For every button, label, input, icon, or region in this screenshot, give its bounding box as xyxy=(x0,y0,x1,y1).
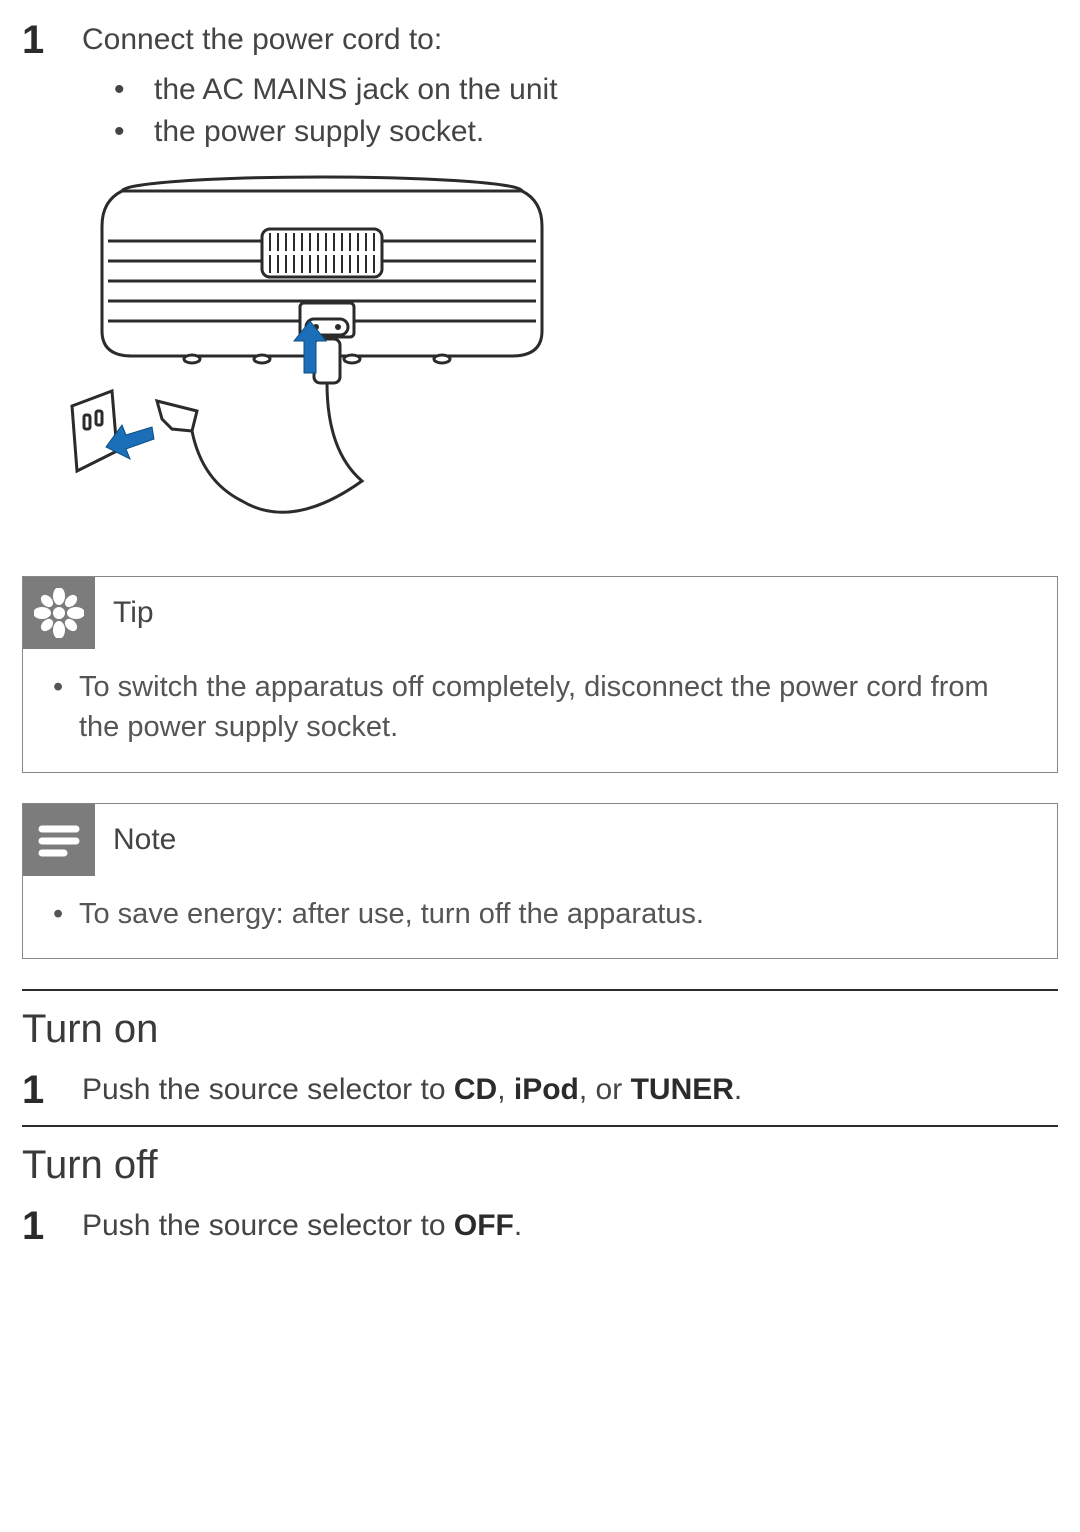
divider xyxy=(22,1125,1058,1127)
tip-body: To switch the apparatus off completely, … xyxy=(23,649,1057,772)
note-header: Note xyxy=(23,804,1057,876)
step-number: 1 xyxy=(22,1206,52,1246)
bullet-item: the power supply socket. xyxy=(114,111,1058,153)
note-item: To save energy: after use, turn off the … xyxy=(53,894,1027,935)
asterisk-icon xyxy=(23,577,95,649)
step-text: Push the source selector to OFF. xyxy=(82,1206,1058,1247)
text-fragment: . xyxy=(514,1209,522,1242)
text-fragment: Push the source selector to xyxy=(82,1073,454,1106)
bullet-item: the AC MAINS jack on the unit xyxy=(114,69,1058,111)
tip-header: Tip xyxy=(23,577,1057,649)
note-title: Note xyxy=(95,823,176,857)
turn-on-step: 1 Push the source selector to CD, iPod, … xyxy=(22,1070,1058,1111)
step-number: 1 xyxy=(22,1070,52,1110)
tip-item: To switch the apparatus off completely, … xyxy=(53,667,1027,748)
step-1-bullets: the AC MAINS jack on the unit the power … xyxy=(54,69,1058,153)
step-text: Push the source selector to CD, iPod, or… xyxy=(82,1070,1058,1111)
note-body: To save energy: after use, turn off the … xyxy=(23,876,1057,959)
note-callout: Note To save energy: after use, turn off… xyxy=(22,803,1058,960)
option-ipod: iPod xyxy=(514,1073,579,1106)
note-lines-icon xyxy=(23,804,95,876)
step-1: 1 Connect the power cord to: xyxy=(22,20,1058,61)
step-number: 1 xyxy=(22,20,52,60)
text-fragment: , xyxy=(497,1073,514,1106)
text-fragment: , or xyxy=(579,1073,631,1106)
divider xyxy=(22,989,1058,991)
text-fragment: Push the source selector to xyxy=(82,1209,454,1242)
tip-callout: Tip To switch the apparatus off complete… xyxy=(22,576,1058,773)
power-connection-diagram xyxy=(62,171,1058,546)
text-fragment: . xyxy=(734,1073,742,1106)
turn-off-heading: Turn off xyxy=(22,1143,1058,1188)
turn-on-heading: Turn on xyxy=(22,1007,1058,1052)
tip-title: Tip xyxy=(95,596,154,630)
option-off: OFF xyxy=(454,1209,514,1242)
option-cd: CD xyxy=(454,1073,497,1106)
turn-off-step: 1 Push the source selector to OFF. xyxy=(22,1206,1058,1247)
step-text: Connect the power cord to: xyxy=(82,20,1058,61)
option-tuner: TUNER xyxy=(631,1073,734,1106)
